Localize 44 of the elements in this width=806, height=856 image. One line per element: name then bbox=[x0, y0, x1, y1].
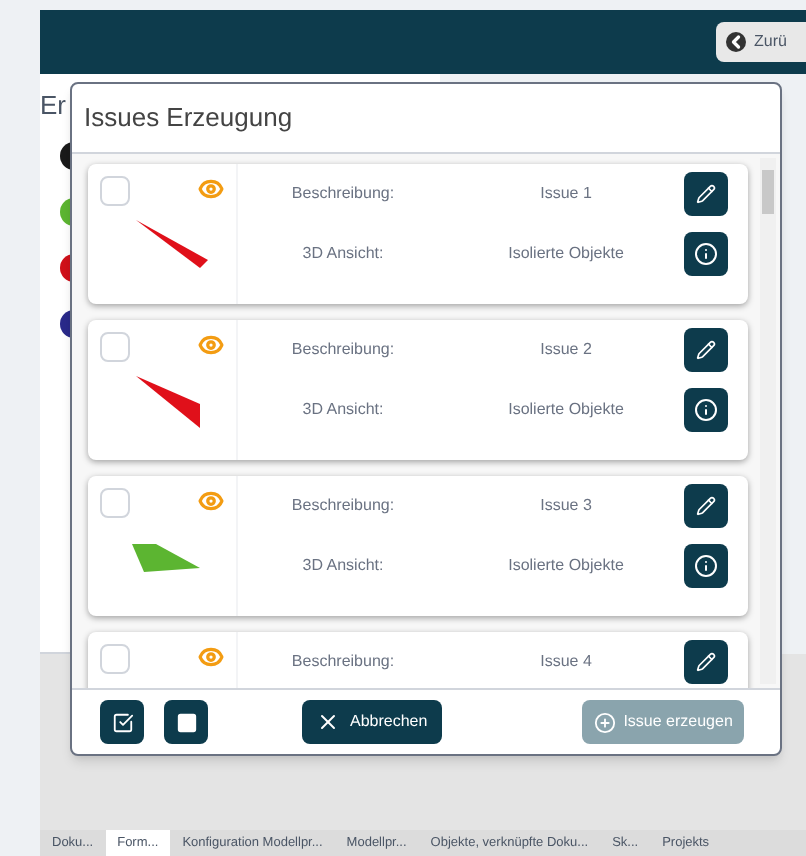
square-icon bbox=[175, 711, 197, 733]
dialog-title: Issues Erzeugung bbox=[84, 100, 293, 137]
section-heading: Er bbox=[40, 88, 66, 124]
pencil-icon bbox=[696, 340, 716, 360]
checkbox[interactable] bbox=[100, 176, 130, 206]
description-label: Beschreibung: bbox=[289, 650, 397, 674]
description-label: Beschreibung: bbox=[289, 494, 397, 518]
description-value: Issue 2 bbox=[538, 338, 594, 362]
description-label: Beschreibung: bbox=[289, 338, 397, 362]
pencil-icon bbox=[696, 184, 716, 204]
info-icon bbox=[694, 554, 718, 578]
edit-button[interactable] bbox=[684, 328, 728, 372]
edit-button[interactable] bbox=[684, 484, 728, 528]
checkbox[interactable] bbox=[100, 488, 130, 518]
checkbox[interactable] bbox=[100, 644, 130, 674]
view-label: 3D Ansicht: bbox=[300, 398, 386, 422]
edit-button[interactable] bbox=[684, 172, 728, 216]
cancel-button[interactable]: Abbrechen bbox=[302, 700, 442, 744]
checkbox[interactable] bbox=[100, 332, 130, 362]
view-value: Isolierte Objekte bbox=[506, 554, 626, 578]
select-all-button[interactable] bbox=[100, 700, 144, 744]
edit-button[interactable] bbox=[684, 640, 728, 684]
deselect-all-button[interactable] bbox=[164, 700, 208, 744]
info-button[interactable] bbox=[684, 544, 728, 588]
pencil-icon bbox=[696, 652, 716, 672]
view-label: 3D Ansicht: bbox=[300, 242, 386, 266]
info-icon bbox=[694, 242, 718, 266]
pencil-icon bbox=[696, 496, 716, 516]
info-button[interactable] bbox=[684, 232, 728, 276]
description-value: Issue 3 bbox=[538, 494, 594, 518]
description-value: Issue 1 bbox=[538, 182, 594, 206]
view-value: Isolierte Objekte bbox=[506, 242, 626, 266]
back-button[interactable]: Zurü bbox=[716, 22, 806, 62]
info-button[interactable] bbox=[684, 388, 728, 432]
view-value: Isolierte Objekte bbox=[506, 398, 626, 422]
back-icon bbox=[726, 32, 746, 52]
close-icon bbox=[316, 710, 340, 734]
checked-box-icon bbox=[111, 711, 133, 733]
description-label: Beschreibung: bbox=[289, 182, 397, 206]
scrollbar[interactable] bbox=[760, 158, 776, 684]
view-label: 3D Ansicht: bbox=[300, 554, 386, 578]
info-icon bbox=[694, 398, 718, 422]
plus-icon bbox=[593, 711, 616, 733]
description-value: Issue 4 bbox=[538, 650, 594, 674]
